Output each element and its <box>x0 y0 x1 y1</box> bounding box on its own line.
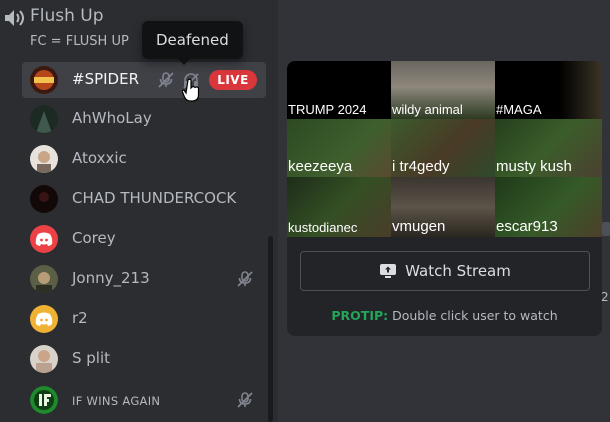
avatar-image <box>30 105 58 133</box>
user-name: Corey <box>72 229 116 247</box>
preview-tile: vmugen <box>391 177 495 237</box>
avatar <box>30 305 58 333</box>
voice-user-chad-thundercock[interactable]: CHAD THUNDERCOCK <box>22 181 266 217</box>
voice-user-spider[interactable]: #SPIDER LIVE <box>22 62 266 98</box>
live-badge: LIVE <box>209 70 257 90</box>
preview-tile-label: musty kush <box>496 158 572 175</box>
avatar-image <box>30 386 58 414</box>
speaker-icon <box>5 10 24 26</box>
protip-text: PROTIP: Double click user to watch <box>287 308 602 323</box>
watch-stream-button-content: Watch Stream <box>301 252 589 290</box>
preview-tile: #MAGA <box>495 61 602 119</box>
user-name: S plit <box>72 349 111 367</box>
stream-preview-image[interactable]: TRUMP 2024 wildy animal #MAGA keezeeya i… <box>287 61 602 237</box>
avatar <box>30 386 58 414</box>
voice-user-atoxxic[interactable]: Atoxxic <box>22 141 266 177</box>
user-name: AhWhoLay <box>72 109 152 127</box>
avatar <box>30 265 58 293</box>
preview-tile-label: #MAGA <box>496 102 542 117</box>
avatar <box>30 145 58 173</box>
avatar-image <box>30 265 58 293</box>
voice-user-s-plit[interactable]: S plit <box>22 341 266 377</box>
preview-tile: escar913 <box>495 177 602 237</box>
preview-tile-label: TRUMP 2024 <box>288 102 367 117</box>
preview-tile-label: kustodianec <box>288 220 358 235</box>
watch-stream-button[interactable]: Watch Stream <box>300 251 590 291</box>
avatar-image <box>30 185 58 213</box>
user-name: CHAD THUNDERCOCK <box>72 189 237 207</box>
user-name: r2 <box>72 309 88 327</box>
discord-logo-icon <box>35 312 53 326</box>
discord-logo-icon <box>35 232 53 246</box>
preview-tile-label: keezeeya <box>288 158 353 175</box>
sidebar-scrollbar[interactable] <box>268 236 273 422</box>
voice-user-ahwholay[interactable]: AhWhoLay <box>22 101 266 137</box>
voice-user-jonny-213[interactable]: Jonny_213 <box>22 261 266 297</box>
preview-tile: wildy animal <box>391 61 495 119</box>
watch-stream-label: Watch Stream <box>405 262 511 280</box>
user-name: Atoxxic <box>72 149 127 167</box>
user-name: Jonny_213 <box>72 269 150 287</box>
avatar <box>30 66 58 94</box>
preview-tile-label: i tr4gedy <box>392 158 450 175</box>
preview-tile: keezeeya <box>287 119 391 177</box>
muted-microphone-icon <box>237 392 253 408</box>
tooltip-arrow <box>178 59 190 65</box>
preview-tile: kustodianec <box>287 177 391 237</box>
hand-pointer-cursor-icon <box>182 78 200 102</box>
protip-message: Double click user to watch <box>388 308 558 323</box>
avatar-image <box>30 345 58 373</box>
preview-tile-label: wildy animal <box>392 102 463 117</box>
preview-tile-label: vmugen <box>392 218 446 235</box>
avatar <box>30 345 58 373</box>
partial-icon <box>602 222 610 236</box>
avatar-image <box>30 145 58 173</box>
avatar <box>30 105 58 133</box>
user-name: IF WINS AGAIN <box>72 394 161 408</box>
voice-user-if-wins-again[interactable]: IF WINS AGAIN <box>22 382 266 418</box>
screen-share-icon <box>380 264 397 278</box>
muted-microphone-icon <box>158 72 174 88</box>
muted-microphone-icon <box>237 271 253 287</box>
voice-user-corey[interactable]: Corey <box>22 221 266 257</box>
preview-tile: TRUMP 2024 <box>287 61 391 119</box>
protip-label: PROTIP: <box>331 308 389 323</box>
avatar-image <box>30 66 58 94</box>
channel-name: Flush Up <box>30 6 104 26</box>
voice-channel-sidebar: Flush Up FC = FLUSH UP #SPIDER LIVE AhWh… <box>0 0 278 422</box>
preview-tile-label: escar913 <box>496 218 558 235</box>
partial-edge-text: 2 <box>601 290 609 304</box>
channel-topic: FC = FLUSH UP <box>30 34 129 49</box>
stream-preview-popup: TRUMP 2024 wildy animal #MAGA keezeeya i… <box>287 61 602 336</box>
avatar <box>30 225 58 253</box>
avatar <box>30 185 58 213</box>
preview-tile: i tr4gedy <box>391 119 495 177</box>
deafened-tooltip: Deafened <box>142 21 243 59</box>
preview-tile: musty kush <box>495 119 602 177</box>
voice-user-r2[interactable]: r2 <box>22 301 266 337</box>
user-name: #SPIDER <box>72 70 140 88</box>
